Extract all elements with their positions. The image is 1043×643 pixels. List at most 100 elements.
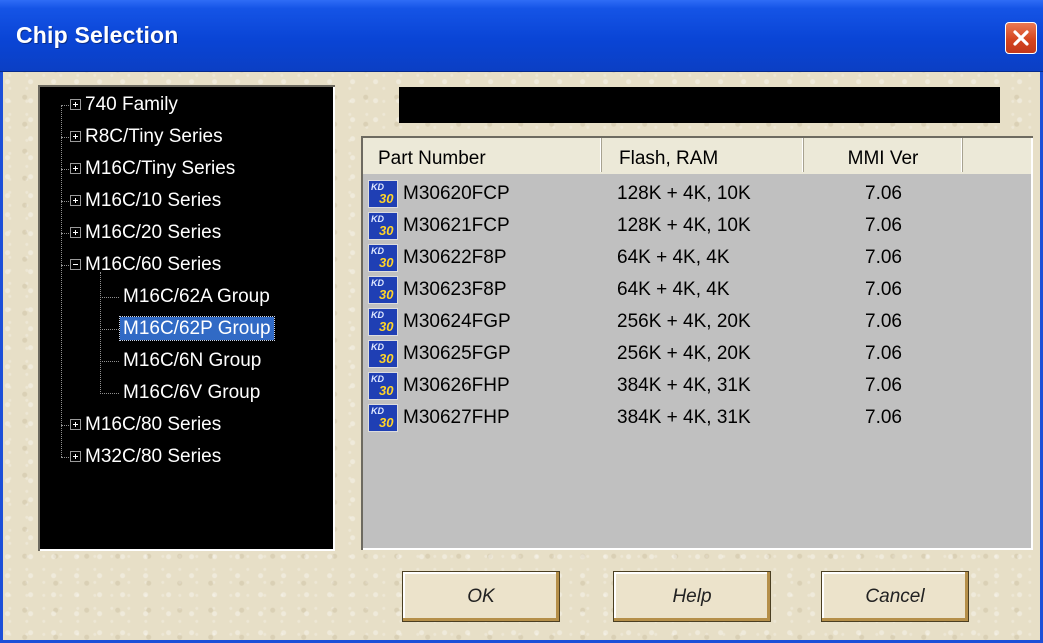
expand-icon[interactable] [70, 419, 81, 430]
icon-text-bottom: 30 [379, 287, 394, 302]
table-row[interactable]: KD 30 M30625FGP 256K + 4K, 20K 7.06 [365, 336, 1025, 368]
tree-series-item[interactable]: M32C/80 Series [70, 442, 224, 472]
flash-ram-cell: 384K + 4K, 31K [617, 407, 751, 428]
info-bar [399, 87, 1000, 123]
tree-item-label: M16C/6N Group [123, 350, 262, 371]
close-button[interactable] [1005, 22, 1037, 54]
part-number-cell: M30627FHP [403, 407, 510, 428]
table-row[interactable]: KD 30 M30623F8P 64K + 4K, 4K 7.06 [365, 272, 1025, 304]
tree-series-item[interactable]: R8C/Tiny Series [70, 122, 226, 152]
kd30-chip-icon: KD 30 [368, 180, 398, 208]
icon-text-bottom: 30 [379, 191, 394, 206]
tree-series-item[interactable]: M16C/Tiny Series [70, 154, 238, 184]
mmi-ver-cell: 7.06 [865, 311, 902, 332]
kd30-chip-icon: KD 30 [368, 340, 398, 368]
column-header-part-number[interactable]: Part Number [363, 138, 602, 172]
expand-icon[interactable] [70, 451, 81, 462]
kd30-chip-icon: KD 30 [368, 276, 398, 304]
icon-text-bottom: 30 [379, 351, 394, 366]
tree-item-label: M16C/60 Series [85, 254, 222, 275]
part-number-cell: M30622F8P [403, 247, 507, 268]
expand-icon[interactable] [70, 227, 81, 238]
icon-text-bottom: 30 [379, 415, 394, 430]
icon-text-bottom: 30 [379, 383, 394, 398]
tree-item-label: M16C/62A Group [123, 286, 270, 307]
expand-icon[interactable] [70, 99, 81, 110]
tree-item-label: M16C/20 Series [85, 222, 222, 243]
title-bar[interactable]: Chip Selection [0, 0, 1043, 72]
flash-ram-cell: 256K + 4K, 20K [617, 343, 751, 364]
kd30-chip-icon: KD 30 [368, 372, 398, 400]
part-number-cell: M30621FCP [403, 215, 510, 236]
column-header-flash-ram[interactable]: Flash, RAM [602, 138, 804, 172]
flash-ram-cell: 64K + 4K, 4K [617, 279, 730, 300]
kd30-chip-icon: KD 30 [368, 212, 398, 240]
kd30-chip-icon: KD 30 [368, 244, 398, 272]
expand-icon[interactable] [70, 195, 81, 206]
flash-ram-cell: 64K + 4K, 4K [617, 247, 730, 268]
tree-item-label: M32C/80 Series [85, 446, 222, 467]
help-button[interactable]: Help [613, 571, 771, 622]
tree-branch-line [100, 297, 119, 298]
window-title: Chip Selection [16, 22, 179, 48]
tree-series-item[interactable]: 740 Family [70, 90, 181, 120]
part-number-cell: M30625FGP [403, 343, 511, 364]
icon-text-bottom: 30 [379, 255, 394, 270]
part-number-cell: M30623F8P [403, 279, 507, 300]
mmi-ver-cell: 7.06 [865, 375, 902, 396]
tree-item-label: M16C/6V Group [123, 382, 261, 403]
table-row[interactable]: KD 30 M30626FHP 384K + 4K, 31K 7.06 [365, 368, 1025, 400]
flash-ram-cell: 384K + 4K, 31K [617, 375, 751, 396]
ok-button[interactable]: OK [402, 571, 560, 622]
icon-text-bottom: 30 [379, 319, 394, 334]
part-list[interactable]: Part Number Flash, RAM MMI Ver KD 30 M3062… [361, 136, 1033, 550]
table-row[interactable]: KD 30 M30622F8P 64K + 4K, 4K 7.06 [365, 240, 1025, 272]
tree-item-label: M16C/10 Series [85, 190, 222, 211]
collapse-icon[interactable] [70, 259, 81, 270]
mmi-ver-cell: 7.06 [865, 183, 902, 204]
tree-series-item[interactable]: M16C/60 Series [70, 250, 224, 280]
part-number-cell: M30620FCP [403, 183, 510, 204]
tree-item-label: M16C/Tiny Series [85, 158, 236, 179]
close-icon [1013, 30, 1029, 46]
tree-item-label: 740 Family [85, 94, 178, 115]
icon-text-bottom: 30 [379, 223, 394, 238]
flash-ram-cell: 128K + 4K, 10K [617, 215, 751, 236]
tree-branch-line [100, 393, 119, 394]
column-header-mmi-ver[interactable]: MMI Ver [804, 138, 963, 172]
tree-branch-line [100, 329, 119, 330]
part-number-cell: M30624FGP [403, 311, 511, 332]
flash-ram-cell: 128K + 4K, 10K [617, 183, 751, 204]
table-row[interactable]: KD 30 M30624FGP 256K + 4K, 20K 7.06 [365, 304, 1025, 336]
flash-ram-cell: 256K + 4K, 20K [617, 311, 751, 332]
tree-connector-line [61, 105, 62, 457]
cancel-button[interactable]: Cancel [821, 571, 969, 622]
table-row[interactable]: KD 30 M30621FCP 128K + 4K, 10K 7.06 [365, 208, 1025, 240]
kd30-chip-icon: KD 30 [368, 404, 398, 432]
expand-icon[interactable] [70, 163, 81, 174]
tree-group-item[interactable]: M16C/62A Group [120, 282, 273, 312]
tree-series-item[interactable]: M16C/10 Series [70, 186, 224, 216]
mmi-ver-cell: 7.06 [865, 279, 902, 300]
part-number-cell: M30626FHP [403, 375, 510, 396]
tree-group-item[interactable]: M16C/6V Group [120, 378, 263, 408]
expand-icon[interactable] [70, 131, 81, 142]
tree-item-label: M16C/62P Group [119, 316, 275, 341]
tree-item-label: M16C/80 Series [85, 414, 222, 435]
tree-series-item[interactable]: M16C/20 Series [70, 218, 224, 248]
kd30-chip-icon: KD 30 [368, 308, 398, 336]
mmi-ver-cell: 7.06 [865, 407, 902, 428]
tree-group-item[interactable]: M16C/62P Group [119, 314, 275, 344]
chip-family-tree[interactable]: 740 Family R8C/Tiny Series M16C/Tiny Serie… [38, 85, 335, 551]
tree-item-label: R8C/Tiny Series [85, 126, 223, 147]
tree-branch-line [100, 361, 119, 362]
tree-series-item[interactable]: M16C/80 Series [70, 410, 224, 440]
mmi-ver-cell: 7.06 [865, 343, 902, 364]
chip-selection-dialog: Chip Selection 740 Family R8C/Tiny Series… [0, 0, 1043, 643]
mmi-ver-cell: 7.06 [865, 247, 902, 268]
tree-group-item[interactable]: M16C/6N Group [120, 346, 264, 376]
table-row[interactable]: KD 30 M30620FCP 128K + 4K, 10K 7.06 [365, 176, 1025, 208]
table-row[interactable]: KD 30 M30627FHP 384K + 4K, 31K 7.06 [365, 400, 1025, 432]
tree-child-connector-line [100, 272, 101, 392]
mmi-ver-cell: 7.06 [865, 215, 902, 236]
